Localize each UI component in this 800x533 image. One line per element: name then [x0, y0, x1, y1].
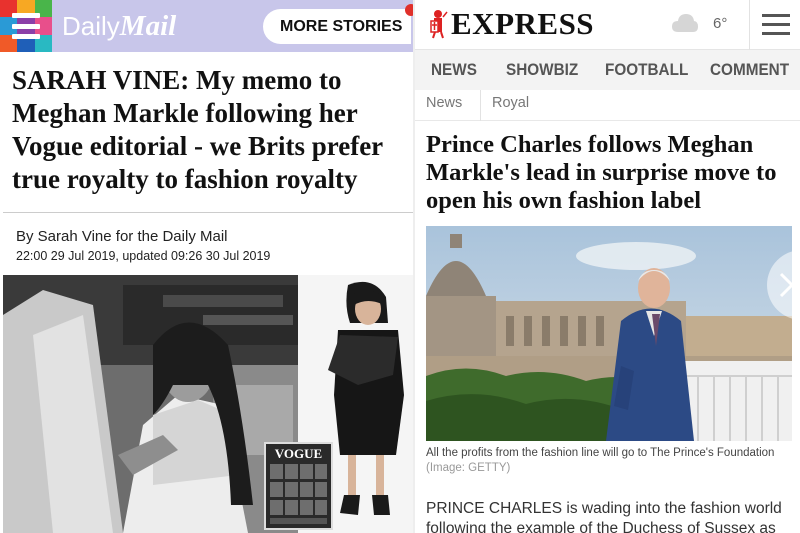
article-headline: SARAH VINE: My memo to Meghan Markle fol… — [12, 65, 383, 194]
express-header: EXPRESS 6° — [415, 0, 800, 50]
nav-item-news[interactable]: NEWS — [431, 60, 477, 80]
section-nav: NEWS SHOWBIZ FOOTBALL COMMENT — [415, 50, 800, 90]
chevron-right-icon — [779, 272, 795, 298]
nav-item-comment[interactable]: COMMENT — [710, 60, 789, 80]
breadcrumb-news[interactable]: News — [426, 95, 462, 111]
nav-item-showbiz[interactable]: SHOWBIZ — [506, 60, 578, 80]
breadcrumb-separator — [480, 90, 481, 121]
express-logo[interactable]: EXPRESS — [451, 6, 594, 42]
photo-caption: All the profits from the fashion line wi… — [426, 446, 776, 476]
notification-dot — [405, 4, 413, 16]
nav-item-football[interactable]: FOOTBALL — [605, 60, 688, 80]
breadcrumb: News Royal — [415, 90, 800, 121]
hamburger-icon — [12, 13, 40, 39]
article-headline: Prince Charles follows Meghan Markle's l… — [426, 131, 777, 214]
daily-mail-logo[interactable]: DailyMail — [62, 10, 176, 43]
caption-text: All the profits from the fashion line wi… — [426, 447, 775, 459]
gallery-next-button[interactable] — [767, 250, 800, 320]
hamburger-menu-button[interactable] — [762, 14, 790, 35]
article-photo-prince-charles[interactable] — [426, 226, 792, 441]
crusader-crest-icon — [430, 10, 448, 39]
temperature: 6° — [713, 15, 728, 32]
publish-date: 22:00 29 Jul 2019, updated 09:26 30 Jul … — [16, 249, 271, 263]
article-body: PRINCE CHARLES is wading into the fashio… — [426, 500, 782, 533]
daily-mail-panel: DailyMail MORE STORIES SARAH VINE: My me… — [0, 0, 413, 533]
vogue-cover-thumbnail: VOGUE — [264, 442, 333, 530]
more-stories-button[interactable]: MORE STORIES — [263, 9, 411, 44]
byline[interactable]: By Sarah Vine for the Daily Mail — [16, 228, 228, 245]
express-panel: EXPRESS 6° NEWS SHOWBIZ FOOTBALL COMMENT… — [413, 0, 800, 533]
caption-source: (Image: GETTY) — [426, 462, 511, 474]
article-photo-meghan[interactable] — [3, 275, 298, 533]
divider — [3, 212, 413, 213]
breadcrumb-royal[interactable]: Royal — [492, 95, 529, 111]
cloud-icon — [672, 14, 698, 32]
vogue-masthead: VOGUE — [275, 446, 322, 461]
divider — [749, 0, 750, 50]
daily-mail-header: DailyMail MORE STORIES — [0, 0, 413, 52]
